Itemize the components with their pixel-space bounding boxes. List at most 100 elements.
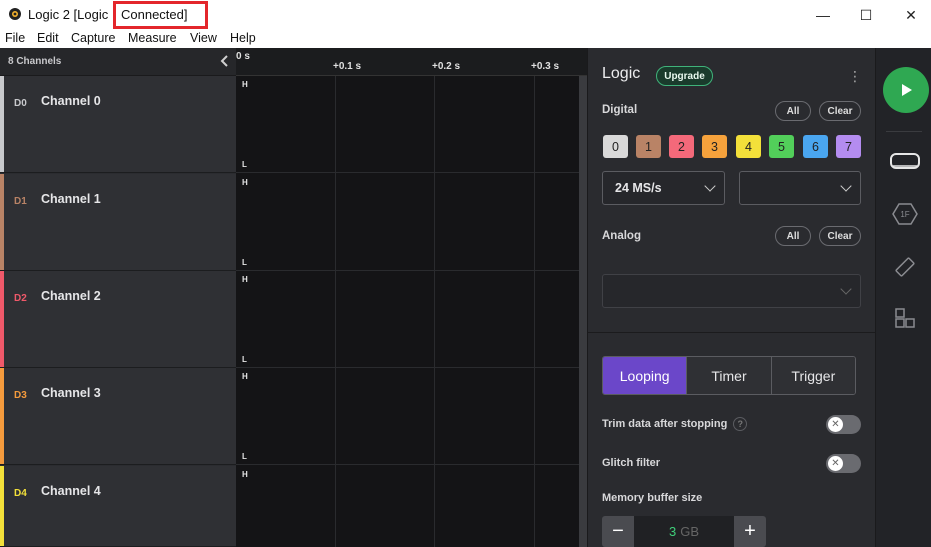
extensions-button[interactable] <box>890 306 920 330</box>
device-settings-button[interactable] <box>890 149 920 173</box>
upgrade-button[interactable]: Upgrade <box>656 66 713 86</box>
channel-id: D1 <box>14 196 27 207</box>
channel-row-2[interactable]: D2 Channel 2 <box>0 271 236 368</box>
section-divider <box>588 332 876 333</box>
analog-label: Analog <box>602 230 641 242</box>
waveform-row: H L <box>236 76 579 173</box>
digital-sample-rate-select[interactable]: 24 MS/s <box>602 171 725 205</box>
low-marker: L <box>242 452 247 461</box>
menu-bar: File Edit Capture Measure View Help <box>0 30 931 48</box>
tick-label: +0.3 s <box>531 61 560 72</box>
minimize-icon: — <box>816 7 830 23</box>
channel-row-0[interactable]: D0 Channel 0 <box>0 76 236 173</box>
tab-trigger[interactable]: Trigger <box>771 357 855 394</box>
menu-measure[interactable]: Measure <box>128 31 177 45</box>
digital-channel-chip-1[interactable]: 1 <box>636 135 661 158</box>
channel-id: D2 <box>14 293 27 304</box>
channel-name[interactable]: Channel 1 <box>41 192 101 206</box>
menu-view[interactable]: View <box>190 31 217 45</box>
channel-id: D0 <box>14 98 27 109</box>
measurements-button[interactable] <box>890 255 920 279</box>
menu-help[interactable]: Help <box>230 31 256 45</box>
increment-button[interactable]: + <box>734 516 766 547</box>
channel-count: 8 Channels <box>8 56 62 67</box>
settings-title: Logic <box>602 65 641 82</box>
channel-name[interactable]: Channel 0 <box>41 94 101 108</box>
analog-clear-button[interactable]: Clear <box>819 226 861 246</box>
digital-label: Digital <box>602 104 638 116</box>
waveform-view[interactable]: 0 s +0.1 s +0.2 s +0.3 s H L H L H L H L… <box>236 48 587 547</box>
analog-all-button[interactable]: All <box>775 226 811 246</box>
digital-channel-chip-0[interactable]: 0 <box>603 135 628 158</box>
start-capture-button[interactable] <box>883 67 929 113</box>
memory-buffer-unit: GB <box>680 524 700 539</box>
waveform-scrollbar[interactable] <box>579 76 587 547</box>
analog-sample-rate-select[interactable] <box>602 274 861 308</box>
minimize-button[interactable]: — <box>800 0 846 30</box>
help-icon[interactable]: ? <box>733 417 748 431</box>
decrement-button[interactable]: − <box>602 516 634 547</box>
channel-name[interactable]: Channel 4 <box>41 484 101 498</box>
channel-color-stripe <box>0 76 4 172</box>
high-marker: H <box>242 275 248 284</box>
channel-row-1[interactable]: D1 Channel 1 <box>0 174 236 271</box>
menu-edit[interactable]: Edit <box>37 31 59 45</box>
high-marker: H <box>242 372 248 381</box>
digital-channel-chip-5[interactable]: 5 <box>769 135 794 158</box>
waveform-row: H L <box>236 271 579 368</box>
analyzers-button[interactable]: 1F <box>890 202 920 226</box>
low-marker: L <box>242 258 247 267</box>
memory-buffer-label: Memory buffer size <box>602 492 703 504</box>
digital-sample-rate-value: 24 MS/s <box>615 181 662 195</box>
collapse-chevron-icon[interactable] <box>218 53 232 69</box>
digital-channel-chip-2[interactable]: 2 <box>669 135 694 158</box>
tab-timer[interactable]: Timer <box>687 357 772 394</box>
close-button[interactable]: ✕ <box>888 0 931 30</box>
maximize-button[interactable]: ☐ <box>843 0 889 30</box>
channel-color-stripe <box>0 466 4 546</box>
waveform-row: H L <box>236 174 579 271</box>
channel-name[interactable]: Channel 2 <box>41 289 101 303</box>
digital-channel-chip-3[interactable]: 3 <box>702 135 727 158</box>
low-marker: L <box>242 355 247 364</box>
ruler-icon <box>895 257 915 277</box>
digital-channel-chip-6[interactable]: 6 <box>803 135 828 158</box>
svg-text:1F: 1F <box>900 210 909 219</box>
tick-label: +0.2 s <box>432 61 461 72</box>
glitch-filter-toggle[interactable]: ✕ <box>826 454 861 473</box>
high-marker: H <box>242 80 248 89</box>
channel-name[interactable]: Channel 3 <box>41 386 101 400</box>
device-settings-panel: Logic Upgrade ⋮ Digital All Clear 0 1 2 … <box>587 48 876 547</box>
time-ruler[interactable]: 0 s +0.1 s +0.2 s +0.3 s <box>236 48 587 76</box>
channel-row-3[interactable]: D3 Channel 3 <box>0 368 236 465</box>
channel-row-4[interactable]: D4 Channel 4 <box>0 466 236 547</box>
digital-all-button[interactable]: All <box>775 101 811 121</box>
secondary-rate-select[interactable] <box>739 171 861 205</box>
glitch-filter-label: Glitch filter <box>602 457 661 469</box>
app-logo-icon <box>9 8 21 20</box>
trim-data-label: Trim data after stopping <box>602 417 728 430</box>
device-icon <box>890 153 920 169</box>
channel-id: D4 <box>14 488 27 499</box>
more-options-icon[interactable]: ⋮ <box>848 68 862 85</box>
digital-channel-chip-4[interactable]: 4 <box>736 135 761 158</box>
digital-clear-button[interactable]: Clear <box>819 101 861 121</box>
maximize-icon: ☐ <box>859 6 873 23</box>
tab-looping[interactable]: Looping <box>603 357 688 394</box>
tick-label: 0 s <box>236 51 250 62</box>
channel-id: D3 <box>14 390 27 401</box>
toggle-off-icon: ✕ <box>828 417 843 432</box>
chevron-down-icon <box>840 180 852 192</box>
trim-data-option: Trim data after stopping? <box>602 417 748 431</box>
waveform-row: H L <box>236 368 579 465</box>
menu-capture[interactable]: Capture <box>71 31 115 45</box>
chevron-down-icon <box>704 180 716 192</box>
window-title: Logic 2 [Logic <box>28 7 109 22</box>
channel-panel: 8 Channels D0 Channel 0 D1 Channel 1 D2 … <box>0 48 236 547</box>
channel-panel-header: 8 Channels <box>0 48 236 76</box>
menu-file[interactable]: File <box>5 31 25 45</box>
channel-color-stripe <box>0 368 4 464</box>
digital-channel-chip-7[interactable]: 7 <box>836 135 861 158</box>
memory-buffer-value[interactable]: 3 GB <box>634 516 734 547</box>
trim-data-toggle[interactable]: ✕ <box>826 415 861 434</box>
